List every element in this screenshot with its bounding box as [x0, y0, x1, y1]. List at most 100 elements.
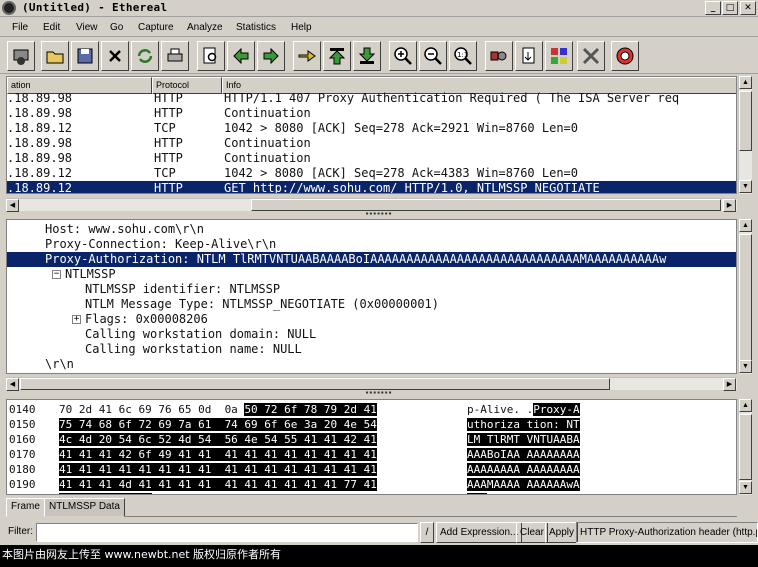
detail-line[interactable]: Host: www.sohu.com\r\n [45, 222, 204, 237]
first-icon[interactable] [323, 41, 351, 71]
goto-icon[interactable] [293, 41, 321, 71]
hex-ascii: AAAMAAAA AAAAAAwA [467, 477, 580, 492]
tab-ntlmssp-data[interactable]: NTLMSSP Data [44, 498, 125, 517]
hex-ascii: AAABoIAA AAAAAAAA [467, 447, 580, 462]
help-icon[interactable] [611, 41, 639, 71]
packet-row[interactable]: .18.89.98 HTTP Continuation [7, 151, 736, 166]
packet-list-vscroll[interactable]: ▲ ▼ [738, 76, 752, 194]
detail-line[interactable]: NTLMSSP identifier: NTLMSSP [85, 282, 280, 297]
packet-cell-info: HTTP/1.1 407 Proxy Authentication Requir… [224, 91, 680, 105]
menu-help[interactable]: Help [291, 21, 312, 34]
hex-offset: 0140 [9, 403, 36, 416]
hex-ascii: AAAAAAAA AAAAAAAA [467, 462, 580, 477]
preferences-icon[interactable] [577, 41, 605, 71]
ascii-highlighted: AAAMAAAA AAAAAAwA [467, 478, 580, 491]
forward-icon[interactable] [257, 41, 285, 71]
scroll-up-button[interactable]: ▲ [739, 76, 752, 89]
details-vscroll[interactable]: ▲ ▼ [738, 219, 752, 374]
packet-cell-src: .18.89.98 [7, 151, 73, 165]
window-title: (Untitled) - Ethereal [22, 1, 168, 14]
filter-input[interactable] [36, 523, 418, 542]
pane-splitter[interactable]: ▪▪▪▪▪▪▪ [0, 210, 758, 219]
menu-view[interactable]: View [76, 21, 98, 34]
hscroll-thumb[interactable] [251, 199, 721, 211]
watermark-text: 本图片由网友上传至 www.newbt.net 版权归原作者所有 [2, 548, 282, 561]
hex-bytes-highlighted: 41 41 41 41 41 41 41 41 41 41 41 41 41 4… [59, 463, 377, 476]
display-filter-icon[interactable] [515, 41, 543, 71]
detail-line[interactable]: NTLM Message Type: NTLMSSP_NEGOTIATE (0x… [85, 297, 439, 312]
add-expression-button[interactable]: Add Expression... [436, 522, 523, 543]
detail-line[interactable]: \r\n [45, 357, 74, 372]
coloring-icon[interactable] [545, 41, 573, 71]
ascii-highlighted: AAA [467, 493, 487, 494]
apply-button[interactable]: Apply [545, 522, 579, 543]
hex-dump[interactable]: 0140 70 2d 41 6c 69 76 65 0d 0a 50 72 6f … [6, 399, 737, 495]
scroll-thumb[interactable] [739, 414, 752, 480]
packet-cell-info: 1042 > 8080 [ACK] Seq=278 Ack=4383 Win=8… [224, 166, 579, 180]
detail-line[interactable]: Calling workstation domain: NULL [85, 327, 316, 342]
packet-row[interactable]: .18.89.98 HTTP HTTP/1.1 407 Proxy Authenti… [7, 91, 736, 106]
packet-cell-protocol: TCP [154, 166, 176, 180]
pane-splitter[interactable]: ▪▪▪▪▪▪▪ [0, 389, 758, 398]
filter-dropdown-button[interactable]: / [420, 522, 434, 543]
hex-bytes-plain: 0d 0a [152, 493, 191, 494]
interfaces-icon[interactable] [7, 41, 35, 71]
scroll-thumb[interactable] [739, 91, 752, 151]
menu-statistics[interactable]: Statistics [236, 21, 276, 34]
back-icon[interactable] [227, 41, 255, 71]
packet-row[interactable]: .18.89.98 HTTP Continuation [7, 136, 736, 151]
capture-filter-icon[interactable] [485, 41, 513, 71]
detail-line[interactable]: Proxy-Connection: Keep-Alive\r\n [45, 237, 276, 252]
menu-edit[interactable]: Edit [43, 21, 60, 34]
scroll-up-button[interactable]: ▲ [739, 399, 752, 412]
packet-cell-info: Continuation [224, 106, 311, 120]
scroll-up-button[interactable]: ▲ [739, 219, 752, 232]
close-icon[interactable] [101, 41, 129, 71]
ascii-highlighted: uthoriza tion: NT [467, 418, 580, 431]
scroll-down-button[interactable]: ▼ [739, 180, 752, 193]
zoom-out-icon[interactable] [419, 41, 447, 71]
detail-line[interactable]: Proxy-Authorization: NTLM TlRMTVNTUAABAA… [7, 252, 736, 267]
packet-list[interactable]: ation Protocol Info .18.89.98 HTTP HTTP/1.… [6, 76, 737, 194]
zoom-normal-icon[interactable]: 1:1 [449, 41, 477, 71]
scroll-down-button[interactable]: ▼ [739, 481, 752, 494]
detail-line[interactable]: NTLMSSP [65, 267, 116, 282]
hex-offset: 0160 [9, 433, 36, 446]
expand-icon[interactable]: + [72, 315, 81, 324]
save-icon[interactable] [71, 41, 99, 71]
packet-row[interactable]: .18.89.12 TCP 1042 > 8080 [ACK] Seq=278 Ac… [7, 166, 736, 181]
hscroll-thumb[interactable] [20, 378, 610, 390]
packet-cell-protocol: HTTP [154, 181, 183, 194]
last-icon[interactable] [353, 41, 381, 71]
menu-file[interactable]: File [12, 21, 28, 34]
minimize-button[interactable]: _ [705, 1, 721, 15]
scroll-thumb[interactable] [739, 234, 752, 364]
menu-capture[interactable]: Capture [138, 21, 174, 34]
open-icon[interactable] [41, 41, 69, 71]
packet-row[interactable]: .18.89.98 HTTP Continuation [7, 106, 736, 121]
zoom-in-icon[interactable] [389, 41, 417, 71]
hex-bytes: 41 41 41 0d 0a 0d 0a [59, 492, 191, 494]
hex-vscroll[interactable]: ▲ ▼ [738, 399, 752, 495]
data-source-tabs: Frame NTLMSSP Data [6, 497, 737, 517]
collapse-icon[interactable]: − [52, 270, 61, 279]
packet-cell-src: .18.89.12 [7, 121, 73, 135]
close-window-button[interactable]: ✕ [740, 1, 756, 15]
tab-frame[interactable]: Frame [6, 498, 45, 517]
packet-row[interactable]: .18.89.12 HTTP GET http://www.sohu.com/ HT… [7, 181, 736, 194]
detail-line[interactable]: Calling workstation name: NULL [85, 342, 302, 357]
maximize-button[interactable]: □ [722, 1, 738, 15]
scroll-down-button[interactable]: ▼ [739, 360, 752, 373]
menu-analyze[interactable]: Analyze [187, 21, 223, 34]
title-bar[interactable]: (Untitled) - Ethereal _ □ ✕ [0, 0, 758, 17]
hex-bytes-highlighted: 4c 4d 20 54 6c 52 4d 54 56 4e 54 55 41 4… [59, 433, 377, 446]
reload-icon[interactable] [131, 41, 159, 71]
packet-details[interactable]: Host: www.sohu.com\r\n Proxy-Connection: … [6, 219, 737, 374]
filter-bar: Filter: / Add Expression... Clear Apply … [0, 520, 758, 545]
print-icon[interactable] [161, 41, 189, 71]
menu-go[interactable]: Go [110, 21, 123, 34]
packet-row[interactable]: .18.89.12 TCP 1042 > 8080 [ACK] Seq=278 Ac… [7, 121, 736, 136]
detail-line[interactable]: Flags: 0x00008206 [85, 312, 208, 327]
find-icon[interactable] [197, 41, 225, 71]
clear-button[interactable]: Clear [516, 522, 548, 543]
